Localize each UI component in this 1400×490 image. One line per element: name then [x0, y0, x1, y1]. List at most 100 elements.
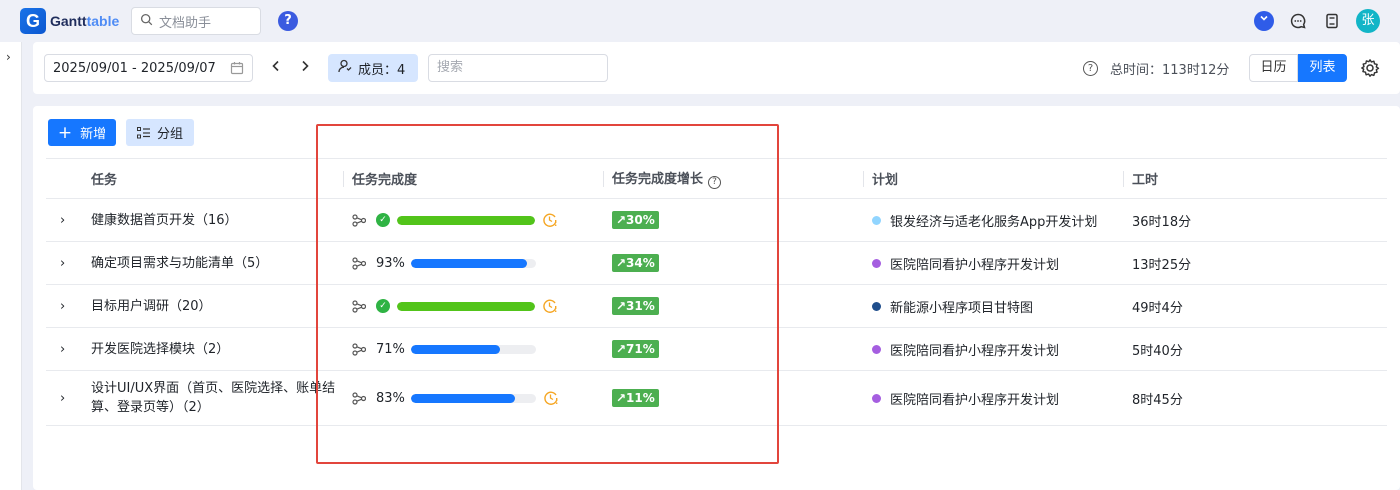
table-row[interactable]: › 目标用户调研（20） ✓ ↗31% 新能源小程序项目甘特图 49时4分 [46, 284, 1387, 328]
group-button[interactable]: 分组 [126, 119, 194, 146]
header-progress[interactable]: 任务完成度 [343, 158, 603, 199]
date-range-picker[interactable]: 2025/09/01 - 2025/09/07 [44, 54, 253, 82]
progress-cell: ✓ [343, 284, 603, 328]
header-growth-label: 任务完成度增长 [612, 172, 704, 187]
chat-icon[interactable] [1288, 11, 1308, 31]
hours-value: 13时25分 [1132, 257, 1192, 273]
plan-cell[interactable]: 医院陪同看护小程序开发计划 [863, 327, 1123, 371]
group-label: 分组 [156, 127, 183, 142]
doc-assistant-search[interactable]: 文档助手 [131, 7, 261, 35]
expand-row-icon[interactable]: › [46, 370, 82, 426]
user-avatar[interactable]: 张 [1356, 9, 1380, 33]
view-list-tab[interactable]: 列表 [1298, 54, 1347, 82]
complete-check-icon: ✓ [376, 299, 390, 313]
progress-bar-fill [411, 258, 528, 268]
hours-cell: 5时40分 [1123, 327, 1387, 371]
members-button[interactable]: 成员：4 [328, 54, 418, 82]
logo-text: Gantttable [50, 13, 119, 29]
logo-text-light: table [86, 13, 120, 29]
plan-name: 医院陪同看护小程序开发计划 [890, 257, 1060, 273]
progress-bar [397, 301, 535, 311]
question-icon[interactable]: ? [1083, 60, 1098, 76]
plan-cell[interactable]: 新能源小程序项目甘特图 [863, 284, 1123, 328]
task-list-panel: + 新增 分组 任务 任务完成度 任务完成度增长? 计划 工时 › 健康数据首页开… [33, 106, 1400, 490]
logo-mark: G [20, 8, 46, 34]
expand-row-icon[interactable]: › [46, 241, 82, 285]
sidebar-collapsed: › [0, 42, 22, 490]
group-list-icon [136, 126, 151, 139]
chevron-down-icon[interactable] [1254, 11, 1274, 31]
task-name-cell[interactable]: 健康数据首页开发（16） [82, 198, 343, 242]
view-calendar-tab[interactable]: 日历 [1249, 54, 1298, 82]
task-name-cell[interactable]: 确定项目需求与功能清单（5） [82, 241, 343, 285]
progress-cell: 71% [343, 327, 603, 371]
overdue-clock-icon [542, 298, 558, 314]
expand-row-icon[interactable]: › [46, 327, 82, 371]
task-rows: › 健康数据首页开发（16） ✓ ↗30% 银发经济与适老化服务App开发计划 36时18… [46, 198, 1387, 426]
dependency-icon[interactable] [352, 213, 366, 227]
logo-text-bold: Gantt [50, 13, 87, 29]
dependency-icon[interactable] [352, 342, 366, 356]
growth-cell: ↗31% [603, 284, 863, 328]
header-task[interactable]: 任务 [82, 158, 343, 199]
dependency-icon[interactable] [352, 391, 366, 405]
header-hours[interactable]: 工时 [1123, 158, 1387, 199]
add-task-button[interactable]: + 新增 [48, 119, 116, 146]
table-row[interactable]: › 确定项目需求与功能清单（5） 93% ↗34% 医院陪同看护小程序开发计划 13时25… [46, 241, 1387, 285]
plan-color-dot [872, 344, 881, 354]
prev-week-icon[interactable] [269, 58, 283, 78]
progress-bar-fill [397, 301, 535, 311]
progress-bar-fill [411, 344, 500, 354]
complete-check-icon: ✓ [376, 213, 390, 227]
expand-row-icon[interactable]: › [46, 198, 82, 242]
hours-value: 5时40分 [1132, 343, 1183, 359]
growth-badge: ↗31% [612, 297, 659, 315]
header-expander [46, 158, 82, 199]
notebook-icon[interactable] [1322, 11, 1342, 31]
top-right-actions: 张 [1254, 9, 1380, 33]
progress-percent: 83% [376, 390, 405, 406]
view-switch: 日历 列表 [1249, 54, 1347, 82]
task-name: 目标用户调研（20） [91, 298, 212, 314]
header-task-label: 任务 [91, 173, 118, 188]
app-logo[interactable]: G Gantttable [20, 8, 119, 34]
plan-cell[interactable]: 银发经济与适老化服务App开发计划 [863, 198, 1123, 242]
plan-cell[interactable]: 医院陪同看护小程序开发计划 [863, 241, 1123, 285]
header-plan-label: 计划 [872, 173, 899, 188]
help-icon[interactable]: ? [278, 11, 298, 31]
hours-value: 8时45分 [1132, 392, 1183, 408]
header-hours-label: 工时 [1132, 173, 1159, 188]
table-header-row: 任务 任务完成度 任务完成度增长? 计划 工时 [46, 158, 1387, 199]
date-range-value: 2025/09/01 - 2025/09/07 [53, 60, 216, 76]
task-name: 开发医院选择模块（2） [91, 341, 230, 357]
plan-color-dot [872, 301, 881, 311]
top-bar: G Gantttable 文档助手 ? 张 [0, 0, 1400, 42]
table-row[interactable]: › 开发医院选择模块（2） 71% ↗71% 医院陪同看护小程序开发计划 5时40分 [46, 327, 1387, 371]
header-growth[interactable]: 任务完成度增长? [603, 158, 863, 199]
plan-cell[interactable]: 医院陪同看护小程序开发计划 [863, 370, 1123, 426]
table-row[interactable]: › 健康数据首页开发（16） ✓ ↗30% 银发经济与适老化服务App开发计划 36时18… [46, 198, 1387, 242]
person-icon [338, 59, 352, 77]
plan-color-dot [872, 215, 881, 225]
expand-row-icon[interactable]: › [46, 284, 82, 328]
growth-cell: ↗30% [603, 198, 863, 242]
expand-sidebar-icon[interactable]: › [6, 50, 11, 64]
next-week-icon[interactable] [298, 58, 312, 78]
dependency-icon[interactable] [352, 256, 366, 270]
header-plan[interactable]: 计划 [863, 158, 1123, 199]
task-name-cell[interactable]: 目标用户调研（20） [82, 284, 343, 328]
question-icon[interactable]: ? [708, 176, 722, 189]
task-search-input[interactable]: 搜索 [428, 54, 608, 82]
dependency-icon[interactable] [352, 299, 366, 313]
task-name-cell[interactable]: 设计UI/UX界面（首页、医院选择、账单结算、登录页等）（2） [82, 370, 343, 426]
table-row[interactable]: › 设计UI/UX界面（首页、医院选择、账单结算、登录页等）（2） 83% ↗11% 医… [46, 370, 1387, 426]
doc-assistant-placeholder: 文档助手 [159, 15, 212, 31]
task-name-cell[interactable]: 开发医院选择模块（2） [82, 327, 343, 371]
progress-bar [411, 258, 536, 268]
members-label: 成员：4 [358, 62, 406, 78]
progress-bar [411, 393, 536, 403]
plan-name: 医院陪同看护小程序开发计划 [890, 392, 1060, 408]
gear-icon[interactable] [1360, 58, 1380, 82]
total-time-label: 总时间：113时12分 [1110, 62, 1230, 78]
progress-bar-fill [411, 393, 515, 403]
